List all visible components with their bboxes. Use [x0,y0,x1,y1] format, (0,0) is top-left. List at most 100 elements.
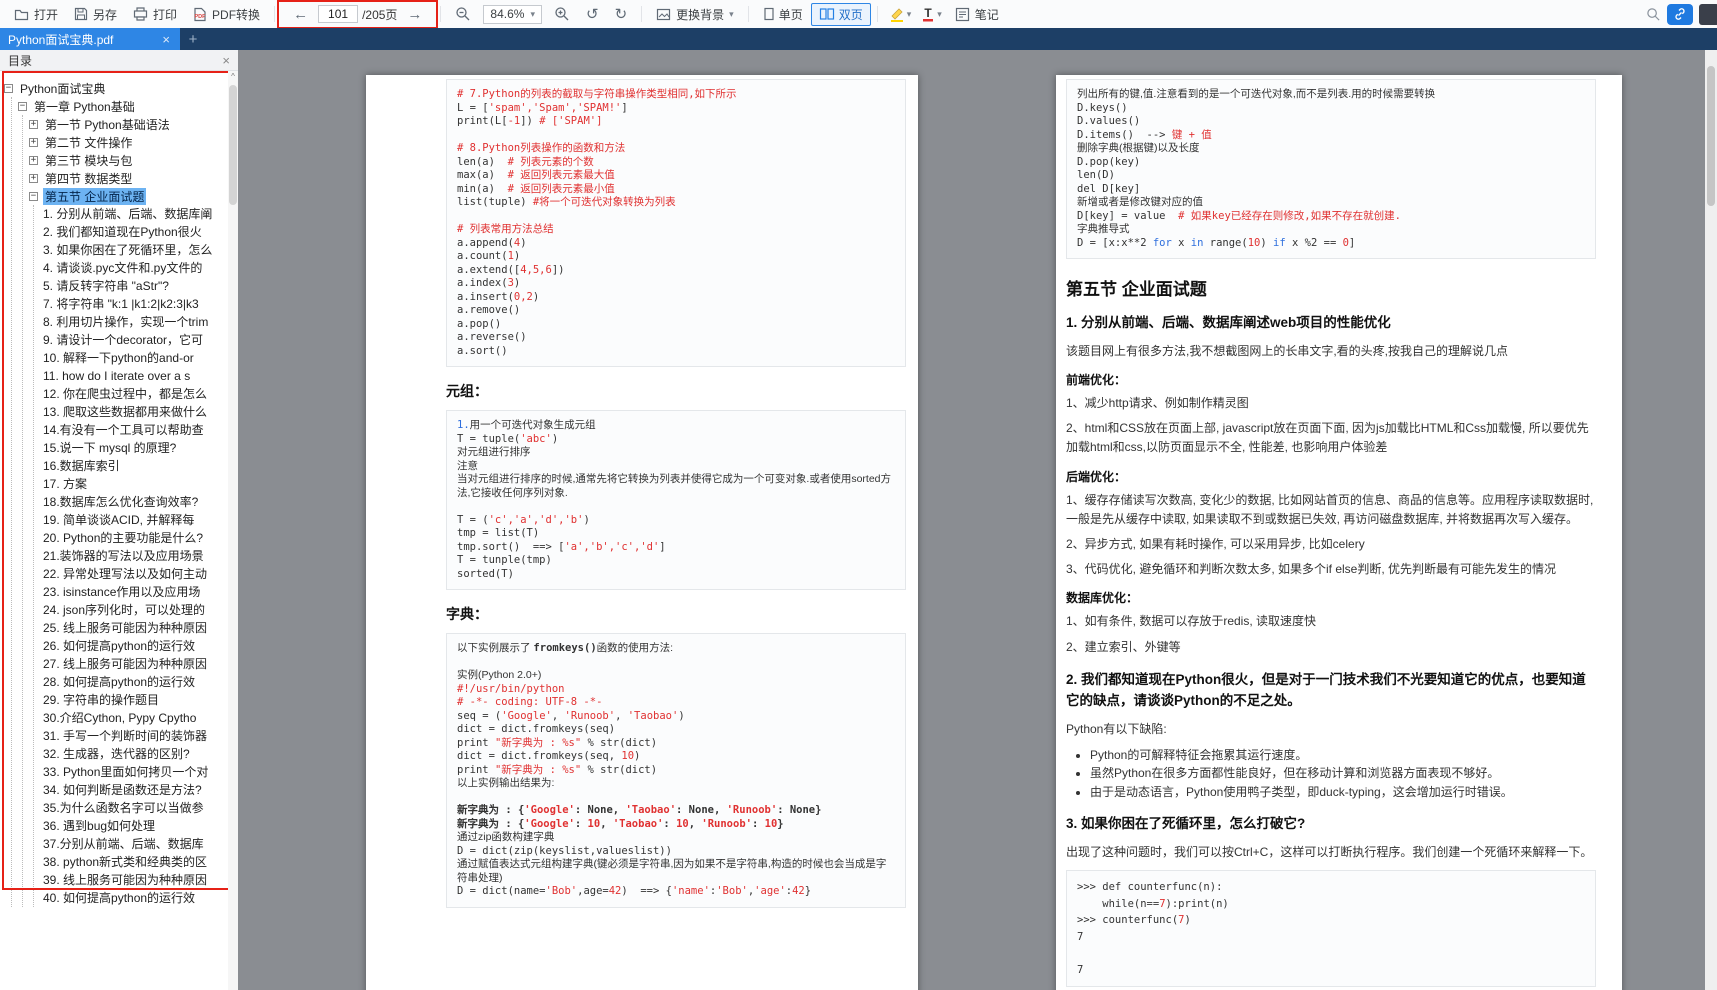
prev-page-button[interactable]: ← [287,4,314,25]
toc-scrollbar-thumb[interactable] [229,85,237,205]
double-page-view-button[interactable]: 双页 [811,3,871,26]
toc-question-item[interactable]: 11. how do I iterate over a s [43,367,228,385]
tab-close-icon[interactable]: × [160,32,172,47]
chevron-down-icon: ▾ [729,9,734,20]
toc-question-item[interactable]: 29. 字符串的操作题目 [43,691,228,709]
toc-question-item[interactable]: 25. 线上服务可能因为种种原因 [43,619,228,637]
redo-button[interactable]: ↻ [607,4,636,25]
code-block: # 7.Python的列表的截取与字符串操作类型相同,如下所示L = ['spa… [446,79,906,367]
next-page-button[interactable]: → [401,4,428,25]
search-icon[interactable] [1646,7,1661,22]
pdf-convert-button[interactable]: PDF PDF转换 [185,3,268,26]
sidebar-close-icon[interactable]: × [222,53,230,68]
document-scrollbar[interactable] [1705,50,1717,990]
toc-question-item[interactable]: 20. Python的主要功能是什么? [43,529,228,547]
toc-question-item[interactable]: 1. 分别从前端、后端、数据库阐 [43,205,228,223]
toc-root-item[interactable]: − Python面试宝典 [4,79,228,97]
toc-question-item[interactable]: 26. 如何提高python的运行效 [43,637,228,655]
code-line: print "新字典为 : %s" % str(dict) [457,764,895,778]
single-page-view-button[interactable]: 单页 [755,3,811,26]
code-line: D.pop(key) [1077,156,1585,170]
code-line: dict = dict.fromkeys(seq, 10) [457,750,895,764]
page-number-input[interactable] [318,5,358,23]
undo-button[interactable]: ↺ [578,4,607,25]
toc-section-item[interactable]: +第一节 Python基础语法 [29,115,228,133]
zoom-out-button[interactable] [447,3,479,25]
toc-question-item[interactable]: 19. 简单谈谈ACID, 并解释每 [43,511,228,529]
collapse-icon[interactable]: − [4,84,13,93]
toc-question-item[interactable]: 5. 请反转字符串 "aStr"? [43,277,228,295]
toc-question-item[interactable]: 36. 遇到bug如何处理 [43,817,228,835]
new-tab-button[interactable]: + [180,28,206,50]
dict-heading: 字典： [446,604,906,624]
toc-section-item[interactable]: +第二节 文件操作 [29,133,228,151]
collapse-icon[interactable]: − [29,192,38,201]
toc-question-item[interactable]: 12. 你在爬虫过程中，都是怎么 [43,385,228,403]
toc-scrollbar[interactable]: ^ [228,71,238,990]
toc-question-item[interactable]: 17. 方案 [43,475,228,493]
toc-question-item[interactable]: 35.为什么函数名字可以当做参 [43,799,228,817]
text-color-tool-button[interactable]: T ▾ [916,4,947,24]
chevron-down-icon: ▾ [530,9,535,20]
toc-question-item[interactable]: 38. python新式类和经典类的区 [43,853,228,871]
notes-button[interactable]: 笔记 [947,3,1007,26]
share-link-button[interactable] [1667,4,1693,25]
toc-section-label: 第四节 数据类型 [43,170,134,187]
app-menu-button[interactable] [1699,4,1717,25]
code-line: 7 [1077,929,1585,946]
toc-question-item[interactable]: 21.装饰器的写法以及应用场景 [43,547,228,565]
toc-question-item[interactable]: 4. 请谈谈.pyc文件和.py文件的 [43,259,228,277]
highlighter-tool-button[interactable]: ▾ [884,4,917,24]
toc-question-item[interactable]: 23. isinstance作用以及应用场 [43,583,228,601]
toc-questions: 1. 分别从前端、后端、数据库阐2. 我们都知道现在Python很火3. 如果你… [33,205,228,907]
toc-question-item[interactable]: 27. 线上服务可能因为种种原因 [43,655,228,673]
toc-question-item[interactable]: 30.介绍Cython, Pypy Cpytho [43,709,228,727]
toc-section-item[interactable]: + 第四节 数据类型 [29,169,228,187]
toc-question-item[interactable]: 22. 异常处理写法以及如何主动 [43,565,228,583]
toc-question-item[interactable]: 32. 生成器，迭代器的区别? [43,745,228,763]
code-line: a.remove() [457,304,895,318]
paragraph: 该题目网上有很多方法,我不想截图网上的长串文字,看的头疼,按我自己的理解说几点 [1066,342,1596,361]
toc-question-item[interactable]: 33. Python里面如何拷贝一个对 [43,763,228,781]
code-line: a.reverse() [457,331,895,345]
toc-question-item[interactable]: 13. 爬取这些数据都用来做什么 [43,403,228,421]
toc-question-item[interactable]: 2. 我们都知道现在Python很火 [43,223,228,241]
toc-question-item[interactable]: 37.分别从前端、后端、数据库 [43,835,228,853]
toc-question-item[interactable]: 10. 解释一下python的and-or [43,349,228,367]
save-as-button[interactable]: 另存 [66,3,125,26]
print-button[interactable]: 打印 [125,3,185,26]
toc-question-item[interactable]: 15.说一下 mysql 的原理? [43,439,228,457]
toc-question-item[interactable]: 9. 请设计一个decorator，它可 [43,331,228,349]
toc-question-item[interactable]: 7. 将字符串 "k:1 |k1:2|k2:3|k3 [43,295,228,313]
code-line: 新字典为 : {'Google': None, 'Taobao': None, … [457,804,895,818]
toc-chapter-item[interactable]: − 第一章 Python基础 [18,97,228,115]
expand-icon[interactable]: + [29,156,38,165]
toc-question-item[interactable]: 24. json序列化时，可以处理的 [43,601,228,619]
document-scrollbar-thumb[interactable] [1707,66,1715,206]
zoom-level-dropdown[interactable]: 84.6% ▾ [483,5,542,24]
open-button[interactable]: 打开 [6,3,66,26]
code-line: D = [x:x**2 for x in range(10) if x %2 =… [1077,237,1585,251]
toc-question-item[interactable]: 18.数据库怎么优化查询效率? [43,493,228,511]
scroll-up-icon[interactable]: ^ [228,71,238,83]
toc-section-item[interactable]: −第五节 企业面试题 [29,187,228,205]
expand-icon[interactable]: + [29,120,38,129]
toc-question-item[interactable]: 16.数据库索引 [43,457,228,475]
collapse-icon[interactable]: − [18,102,27,111]
database-opt-list: 1、如有条件, 数据可以存放于redis, 读取速度快2、建立索引、外键等 [1066,612,1596,656]
toc-question-item[interactable]: 39. 线上服务可能因为种种原因 [43,871,228,889]
toc-question-item[interactable]: 28. 如何提高python的运行效 [43,673,228,691]
document-tab[interactable]: Python面试宝典.pdf × [0,28,180,50]
toc-question-item[interactable]: 14.有没有一个工具可以帮助查 [43,421,228,439]
question-2-title: 2. 我们都知道现在Python很火，但是对于一门技术我们不光要知道它的优点，也… [1066,670,1596,712]
toc-question-item[interactable]: 40. 如何提高python的运行效 [43,889,228,907]
expand-icon[interactable]: + [29,138,38,147]
expand-icon[interactable]: + [29,174,38,183]
change-background-button[interactable]: 更换背景 ▾ [648,3,742,26]
toc-question-item[interactable]: 31. 手写一个判断时间的装饰器 [43,727,228,745]
toc-section-item[interactable]: +第三节 模块与包 [29,151,228,169]
toc-question-item[interactable]: 34. 如何判断是函数还是方法? [43,781,228,799]
zoom-in-button[interactable] [546,3,578,25]
toc-question-item[interactable]: 8. 利用切片操作，实现一个trim [43,313,228,331]
toc-question-item[interactable]: 3. 如果你困在了死循环里，怎么 [43,241,228,259]
